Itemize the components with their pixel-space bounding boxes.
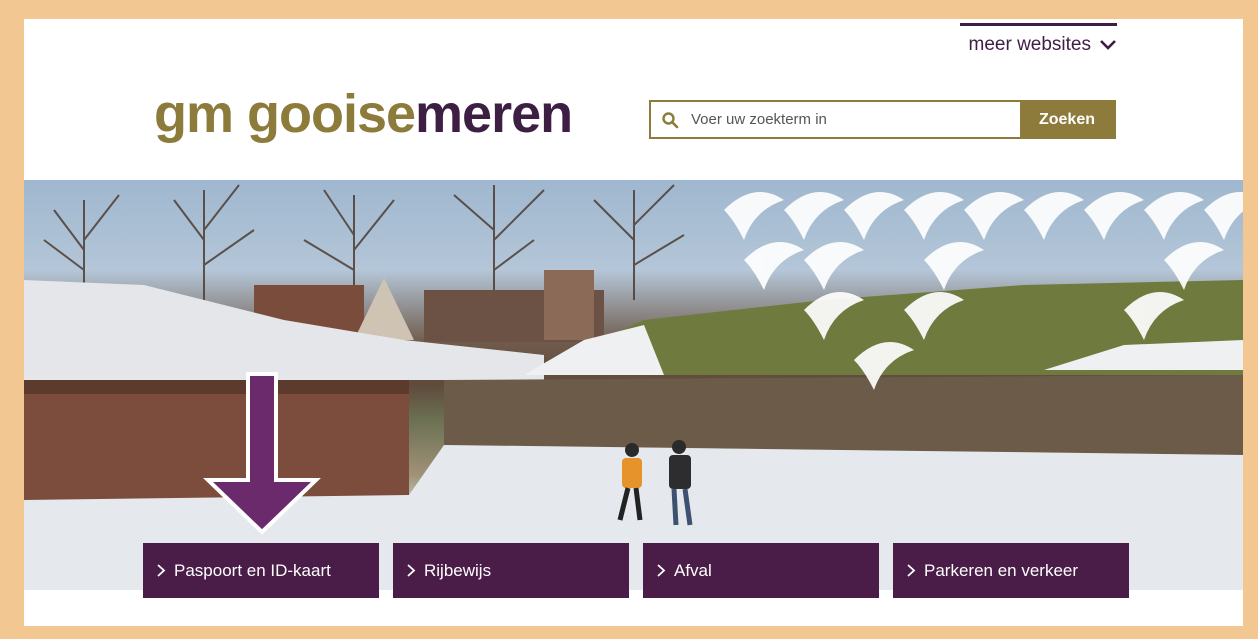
- quick-link-parkeren[interactable]: Parkeren en verkeer: [893, 543, 1129, 598]
- chevron-right-icon: [657, 564, 666, 577]
- hero-photo-illustration: [24, 184, 1243, 590]
- quick-link-label: Paspoort en ID-kaart: [174, 560, 331, 580]
- meer-websites-bar: meer websites: [960, 23, 1117, 55]
- quick-links: Paspoort en ID-kaart Rijbewijs Afval Par…: [143, 543, 1129, 598]
- meer-websites-toggle[interactable]: meer websites: [969, 34, 1118, 56]
- quick-link-rijbewijs[interactable]: Rijbewijs: [393, 543, 629, 598]
- chevron-down-icon: [1100, 40, 1116, 50]
- stone-wall-right: [444, 375, 1243, 455]
- search-icon: [651, 102, 689, 137]
- quick-link-paspoort[interactable]: Paspoort en ID-kaart: [143, 543, 379, 598]
- hero-image: [24, 180, 1243, 590]
- chevron-right-icon: [407, 564, 416, 577]
- quick-link-afval[interactable]: Afval: [643, 543, 879, 598]
- chevron-right-icon: [157, 564, 166, 577]
- search-input[interactable]: [689, 102, 1020, 137]
- site-logo[interactable]: gm gooisemeren: [154, 84, 573, 144]
- search-bar: Zoeken: [649, 100, 1116, 139]
- page: meer websites gmgooisemeren Zoeken: [24, 19, 1243, 626]
- logo-word-meren: meren: [415, 84, 573, 144]
- chevron-right-icon: [907, 564, 916, 577]
- logo-word-gooise: gooise: [247, 84, 416, 144]
- logo-mark: gm: [154, 84, 234, 144]
- quick-link-label: Afval: [674, 560, 712, 580]
- meer-websites-label: meer websites: [968, 34, 1092, 55]
- quick-link-label: Rijbewijs: [424, 560, 492, 580]
- search-button[interactable]: Zoeken: [1020, 102, 1114, 137]
- quick-link-label: Parkeren en verkeer: [924, 560, 1079, 580]
